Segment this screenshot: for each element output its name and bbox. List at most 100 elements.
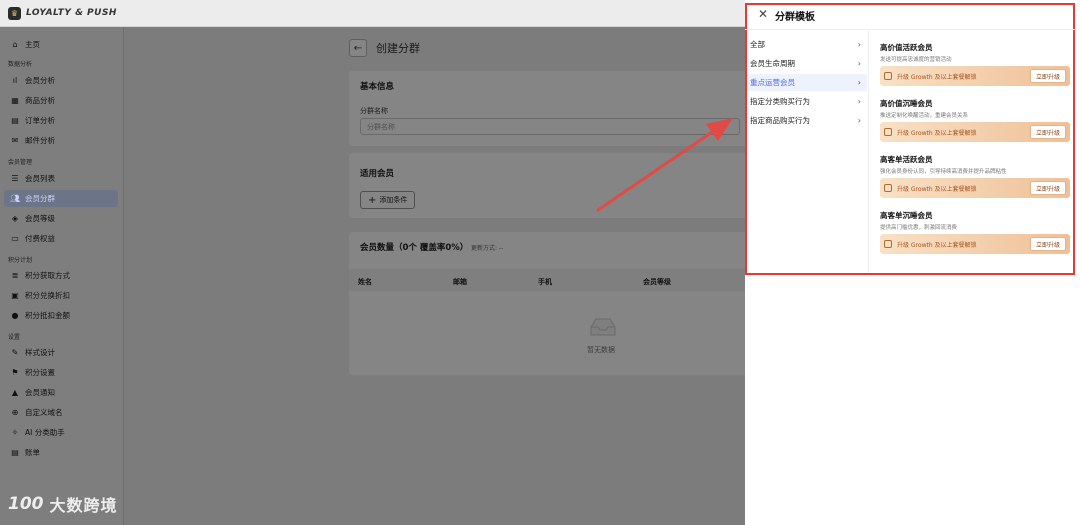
upgrade-text: 升级 Growth 及以上套餐解锁: [897, 129, 977, 137]
template-title: 高价值沉睡会员: [880, 99, 933, 108]
document-icon: ▤: [11, 116, 19, 125]
category-label: 指定分类购买行为: [750, 97, 810, 106]
brand-name: LOYALTY & PUSH: [26, 8, 117, 18]
upgrade-now-button[interactable]: 立即升级: [1029, 69, 1066, 83]
template-description: 发送可提高忠诚度的营销活动: [880, 57, 952, 63]
chevron-right-icon: ›: [857, 59, 861, 68]
upgrade-text: 升级 Growth 及以上套餐解锁: [897, 73, 977, 81]
lock-icon: [884, 240, 892, 248]
category-product-purchase[interactable]: 指定商品购买行为 ›: [747, 112, 867, 129]
sidebar-item-paid-benefits[interactable]: ▭ 付费权益: [4, 230, 118, 247]
sidebar-item-label: 付费权益: [25, 234, 55, 243]
sidebar-item-points-settings[interactable]: ⚑ 积分设置: [4, 364, 118, 381]
sidebar-item-member-segments[interactable]: 👥︎ 会员分群: [4, 190, 118, 207]
category-label: 会员生命周期: [750, 59, 795, 68]
sidebar-item-label: 积分兑换折扣: [25, 291, 70, 300]
chevron-right-icon: ›: [857, 78, 861, 87]
sidebar-item-home[interactable]: ⌂ 主页: [4, 36, 118, 53]
sidebar-item-label: 主页: [25, 40, 40, 49]
upgrade-banner: 升级 Growth 及以上套餐解锁 立即升级: [880, 66, 1070, 86]
card-icon: ▭: [11, 234, 19, 243]
sidebar-item-member-levels[interactable]: ◈ 会员等级: [4, 210, 118, 227]
bell-icon: ▲: [11, 388, 19, 397]
sidebar-item-ai-assistant[interactable]: ✧ AI 分类助手: [4, 424, 118, 441]
back-button[interactable]: ←: [349, 39, 367, 57]
brand-logo-icon: ♛: [8, 6, 21, 20]
lock-icon: [884, 128, 892, 136]
sidebar-section-members: 会员管理: [8, 159, 33, 166]
chart-bar-icon: ıl: [12, 76, 18, 85]
template-card: 高客单活跃会员 强化会员身份认同，引导持续高消费并提升品牌粘性 升级 Growt…: [880, 154, 1070, 198]
upgrade-now-button[interactable]: 立即升级: [1029, 237, 1066, 251]
sidebar-item-order-analysis[interactable]: ▤ 订单分析: [4, 112, 118, 129]
empty-inbox-icon: [590, 318, 616, 336]
template-card: 高客单沉睡会员 提供高门槛优惠，刺激回流消费 升级 Growth 及以上套餐解锁…: [880, 210, 1070, 254]
applicable-members-title: 适用会员: [360, 169, 395, 179]
main-content: ← 创建分群 基本信息 分群名称 适用会员 +添加条件 会员数量（0个 覆盖率0…: [125, 27, 749, 525]
category-label: 指定商品购买行为: [750, 116, 810, 125]
upgrade-now-button[interactable]: 立即升级: [1029, 125, 1066, 139]
coin-icon: ●: [11, 311, 19, 320]
sidebar-item-member-analysis[interactable]: ıl 会员分析: [4, 72, 118, 89]
sidebar-item-member-list[interactable]: ☰ 会员列表: [4, 170, 118, 187]
sidebar-item-style-design[interactable]: ✎ 样式设计: [4, 344, 118, 361]
category-lifecycle[interactable]: 会员生命周期 ›: [747, 55, 867, 72]
chevron-right-icon: ›: [857, 97, 861, 106]
basic-info-card: 基本信息 分群名称: [349, 71, 749, 146]
sidebar-item-label: 账单: [25, 448, 40, 457]
sidebar-section-data: 数据分析: [8, 61, 33, 68]
watermark: 100 大数跨境: [8, 492, 118, 516]
template-description: 推送定制化唤醒活动，重建会员关系: [880, 113, 969, 119]
sidebar-item-points-earn[interactable]: ≣ 积分获取方式: [4, 267, 118, 284]
add-condition-label: 添加条件: [379, 196, 408, 204]
upgrade-now-button[interactable]: 立即升级: [1029, 181, 1066, 195]
member-count-title: 会员数量（0个 覆盖率0%）: [360, 243, 469, 253]
column-header-phone: 手机: [538, 278, 552, 286]
upgrade-banner: 升级 Growth 及以上套餐解锁 立即升级: [880, 122, 1070, 142]
category-label: 重点运营会员: [750, 78, 795, 87]
category-all[interactable]: 全部 ›: [747, 36, 867, 53]
sidebar-item-label: 邮件分析: [25, 136, 55, 145]
sidebar-item-label: 积分设置: [25, 368, 55, 377]
segment-name-input[interactable]: [360, 118, 740, 135]
sidebar-item-custom-domain[interactable]: ⊕ 自定义域名: [4, 404, 118, 421]
coupon-icon: ▣: [11, 291, 19, 300]
watermark-text: 大数跨境: [49, 496, 118, 515]
chevron-right-icon: ›: [857, 40, 861, 49]
plus-icon: +: [368, 194, 377, 206]
template-title: 高客单沉睡会员: [880, 211, 933, 220]
sidebar-item-points-discount[interactable]: ▣ 积分兑换折扣: [4, 287, 118, 304]
template-category-list: 全部 › 会员生命周期 › 重点运营会员 › 指定分类购买行为 › 指定商品购买行为 ›: [745, 30, 869, 273]
box-icon: ▦: [11, 96, 19, 105]
lock-icon: [884, 72, 892, 80]
sidebar-section-points: 积分计划: [8, 257, 33, 264]
category-collection-purchase[interactable]: 指定分类购买行为 ›: [747, 93, 867, 110]
sidebar-item-label: 自定义域名: [25, 408, 63, 417]
sidebar-item-product-analysis[interactable]: ▦ 商品分析: [4, 92, 118, 109]
sidebar-item-mail-analysis[interactable]: ✉ 邮件分析: [4, 132, 118, 149]
category-key-members[interactable]: 重点运营会员 ›: [747, 74, 867, 91]
sidebar-item-label: 积分抵扣金额: [25, 311, 70, 320]
sidebar-item-label: 会员分群: [25, 194, 55, 203]
sidebar-item-billing[interactable]: ▤ 账单: [4, 444, 118, 461]
add-condition-button[interactable]: + 添加条件: [360, 191, 416, 209]
sidebar-item-label: AI 分类助手: [25, 428, 65, 437]
stack-icon: ≣: [11, 271, 19, 280]
template-title: 高客单活跃会员: [880, 155, 933, 164]
template-description: 强化会员身份认同，引导持续高消费并提升品牌粘性: [880, 169, 1007, 175]
update-method: 更新方式: --: [471, 245, 504, 252]
sidebar-item-label: 商品分析: [25, 96, 55, 105]
sidebar-item-label: 会员列表: [25, 174, 55, 183]
sidebar-item-label: 会员分析: [25, 76, 55, 85]
sidebar-item-member-notify[interactable]: ▲ 会员通知: [4, 384, 118, 401]
users-icon: 👥︎: [10, 194, 21, 203]
template-card: 高价值沉睡会员 推送定制化唤醒活动，重建会员关系 升级 Growth 及以上套餐…: [880, 98, 1070, 142]
sidebar-item-label: 订单分析: [25, 116, 55, 125]
sidebar-item-points-deduct[interactable]: ● 积分抵扣金额: [4, 307, 118, 324]
drawer-title: 分群模板: [775, 12, 815, 23]
close-icon[interactable]: ✕: [758, 7, 768, 21]
template-description: 提供高门槛优惠，刺激回流消费: [880, 225, 958, 231]
column-header-email: 邮箱: [453, 278, 467, 286]
basic-info-title: 基本信息: [360, 82, 395, 92]
ai-icon: ✧: [11, 428, 19, 437]
